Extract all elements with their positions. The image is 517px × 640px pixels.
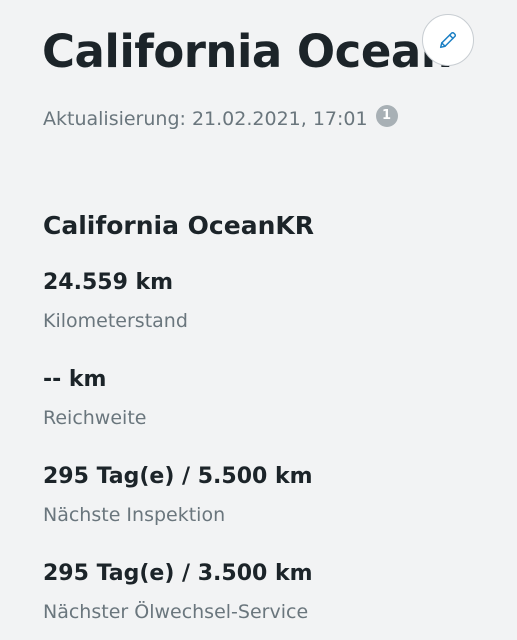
stat-range: -- km Reichweite [43, 365, 146, 431]
stat-next-oil-change: 295 Tag(e) / 3.500 km Nächster Ölwechsel… [43, 559, 313, 625]
stat-label: Nächste Inspektion [43, 504, 226, 526]
pencil-icon [437, 29, 459, 51]
stat-value: 295 Tag(e) / 3.500 km [43, 561, 313, 586]
info-badge[interactable]: 1 [375, 105, 398, 127]
stat-mileage: 24.559 km Kilometerstand [43, 268, 188, 334]
edit-button[interactable] [422, 14, 474, 66]
page-title: California Ocean [42, 25, 453, 78]
stat-value: 295 Tag(e) / 5.500 km [43, 464, 313, 489]
last-updated: Aktualisierung: 21.02.2021, 17:01 1 [43, 105, 398, 132]
stat-value: -- km [43, 367, 107, 392]
stat-label: Nächster Ölwechsel-Service [43, 601, 309, 623]
stat-value: 24.559 km [43, 270, 174, 295]
vehicle-name: California OceanKR [43, 211, 314, 240]
stat-next-inspection: 295 Tag(e) / 5.500 km Nächste Inspektion [43, 462, 313, 528]
last-updated-text: Aktualisierung: 21.02.2021, 17:01 [43, 108, 368, 130]
stat-label: Kilometerstand [43, 310, 188, 332]
stat-label: Reichweite [43, 407, 147, 429]
